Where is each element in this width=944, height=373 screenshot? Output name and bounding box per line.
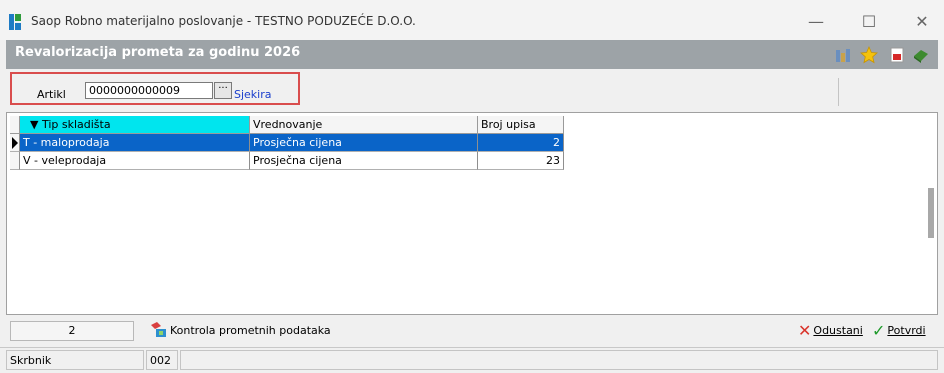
odustani-label: Odustani xyxy=(813,324,863,337)
odustani-button[interactable]: ✕ Odustani xyxy=(798,321,863,340)
book-icon[interactable] xyxy=(912,46,930,64)
current-row-arrow-icon xyxy=(12,137,18,149)
grid-corner xyxy=(10,116,20,134)
toolbar-separator xyxy=(838,78,839,106)
table-cell-vrednovanje[interactable]: Prosječna cijena xyxy=(250,152,478,170)
artikl-browse-button[interactable]: ··· xyxy=(214,82,232,99)
table-cell-tip[interactable]: T - maloprodaja xyxy=(20,134,250,152)
check-data-icon xyxy=(151,322,166,337)
record-count: 2 xyxy=(10,321,134,341)
minimize-button[interactable]: — xyxy=(798,10,834,34)
artikl-input[interactable]: 0000000000009 xyxy=(85,82,213,99)
kontrola-button[interactable]: Kontrola prometnih podataka xyxy=(150,322,331,338)
column-header-vrednovanje[interactable]: Vrednovanje xyxy=(250,116,478,134)
table-cell-broj[interactable]: 2 xyxy=(478,134,564,152)
status-code: 002 xyxy=(146,350,178,370)
window-title: Saop Robno materijalno poslovanje - TEST… xyxy=(31,14,416,28)
table-cell-vrednovanje[interactable]: Prosječna cijena xyxy=(250,134,478,152)
artikl-name-link[interactable]: Sjekira xyxy=(234,88,272,101)
cancel-x-icon: ✕ xyxy=(798,321,812,340)
column-header-broj-upisa[interactable]: Broj upisa xyxy=(478,116,564,134)
form-title: Revalorizacija prometa za godinu 2026 xyxy=(15,45,301,60)
column-header-tip-skladista[interactable]: ▼ Tip skladišta xyxy=(20,116,250,134)
kontrola-label: Kontrola prometnih podataka xyxy=(170,323,331,337)
status-message xyxy=(180,350,938,370)
table-cell-broj[interactable]: 23 xyxy=(478,152,564,170)
maximize-button[interactable]: ☐ xyxy=(851,10,887,34)
table-cell-tip[interactable]: V - veleprodaja xyxy=(20,152,250,170)
potvrdi-button[interactable]: ✓ Potvrdi xyxy=(872,321,926,340)
columns-icon[interactable] xyxy=(834,46,852,64)
star-icon[interactable] xyxy=(860,46,878,64)
row-indicator[interactable] xyxy=(10,152,20,170)
close-button[interactable]: ✕ xyxy=(904,10,940,34)
status-user: Skrbnik xyxy=(6,350,144,370)
potvrdi-label: Potvrdi xyxy=(887,324,926,337)
artikl-label: Artikl xyxy=(37,88,66,101)
vertical-scrollbar[interactable] xyxy=(928,188,934,238)
app-logo-icon xyxy=(9,14,21,30)
pdf-document-icon[interactable] xyxy=(888,46,906,64)
row-indicator[interactable] xyxy=(10,134,20,152)
checkmark-icon: ✓ xyxy=(872,321,886,340)
form-header: Revalorizacija prometa za godinu 2026 xyxy=(6,40,938,69)
